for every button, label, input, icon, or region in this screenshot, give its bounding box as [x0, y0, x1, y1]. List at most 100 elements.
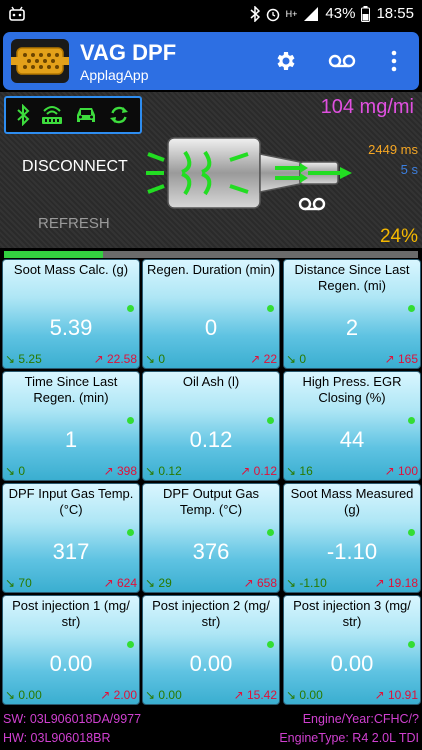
measurement-tile[interactable]: Time Since Last Regen. (min) 1 ↘ 0 ↗ 398	[2, 371, 140, 481]
measurement-tile[interactable]: Post injection 3 (mg/ str) 0.00 ↘ 0.00 ↗ 10…	[283, 595, 421, 705]
max-arrow-icon: ↗	[233, 688, 247, 702]
tile-min: ↘ 70	[5, 576, 32, 590]
tile-min-value: 29	[158, 576, 172, 590]
tile-max: ↗ 15.42	[234, 688, 277, 702]
measurement-tile[interactable]: High Press. EGR Closing (%) 44 ↘ 16 ↗ 100	[283, 371, 421, 481]
measurement-tile[interactable]: Soot Mass Measured (g) -1.10 ↘ -1.10 ↗ 19.1…	[283, 483, 421, 593]
min-arrow-icon: ↘	[145, 464, 159, 478]
min-arrow-icon: ↘	[5, 352, 19, 366]
measurement-grid: Soot Mass Calc. (g) 5.39 ↘ 5.25 ↗ 22.58 Rege…	[0, 259, 422, 708]
tile-max: ↗ 100	[385, 464, 418, 478]
tile-value: 44	[339, 427, 365, 452]
engine-type: EngineType: R4 2.0L TDI	[279, 731, 419, 745]
bluetooth-status-icon	[250, 6, 260, 22]
max-arrow-icon: ↗	[374, 688, 388, 702]
response-time: 2449 ms	[368, 142, 418, 157]
tile-min-value: 5.25	[18, 352, 42, 366]
tile-max-value: 19.18	[387, 576, 418, 590]
tile-min-value: 16	[299, 464, 313, 478]
tile-value: 0	[204, 315, 218, 340]
min-arrow-icon: ↘	[145, 576, 159, 590]
min-arrow-icon: ↘	[145, 688, 159, 702]
refresh-button[interactable]: REFRESH	[38, 215, 110, 232]
tile-max: ↗ 10.91	[375, 688, 418, 702]
min-arrow-icon: ↘	[5, 688, 19, 702]
voicemail-button[interactable]	[327, 46, 357, 76]
status-bar: H+ 43% 18:55	[0, 0, 422, 30]
max-arrow-icon: ↗	[103, 576, 117, 590]
measurement-tile[interactable]: Distance Since Last Regen. (mi) 2 ↘ 0 ↗ 165	[283, 259, 421, 369]
measurement-tile[interactable]: DPF Input Gas Temp. (°C) 317 ↘ 70 ↗ 624	[2, 483, 140, 593]
tile-min-value: 0	[158, 352, 166, 366]
tile-value: -1.10	[326, 539, 378, 564]
software-version: SW: 03L906018DA/9977	[3, 712, 142, 726]
tile-min: ↘ 0.00	[5, 688, 42, 702]
tile-label: Post injection 2 (mg/ str)	[152, 598, 270, 629]
ecu-info-footer: SW: 03L906018DA/9977 Engine/Year:CFHC/? …	[0, 709, 422, 750]
soot-concentration: 104 mg/mi	[320, 96, 414, 118]
tile-value: 0.00	[49, 651, 93, 676]
overflow-menu-icon	[391, 50, 397, 72]
status-dot-icon	[408, 417, 415, 424]
max-arrow-icon: ↗	[103, 464, 117, 478]
status-dot-icon	[408, 529, 415, 536]
tile-min: ↘ 16	[286, 464, 313, 478]
status-dot-icon	[127, 417, 134, 424]
min-arrow-icon: ↘	[286, 464, 300, 478]
hardware-version: HW: 03L906018BR	[3, 731, 111, 745]
measurement-tile[interactable]: Oil Ash (l) 0.12 ↘ 0.12 ↗ 0.12	[142, 371, 280, 481]
tile-value: 317	[52, 539, 90, 564]
max-arrow-icon: ↗	[374, 576, 388, 590]
status-dot-icon	[267, 641, 274, 648]
tile-value: 376	[192, 539, 230, 564]
tile-min: ↘ 0	[286, 352, 306, 366]
min-arrow-icon: ↘	[286, 576, 300, 590]
tile-min-value: 70	[18, 576, 32, 590]
tile-max: ↗ 165	[385, 352, 418, 366]
tile-label: High Press. EGR Closing (%)	[302, 374, 402, 405]
dpf-dashboard: 104 mg/mi DISCONNECT REFRESH 2449 ms 5 s…	[0, 92, 422, 248]
clock: 18:55	[376, 5, 414, 22]
engine-year: Engine/Year:CFHC/?	[302, 712, 419, 726]
soot-load-percent: 24%	[379, 226, 418, 247]
tile-max: ↗ 624	[104, 576, 137, 590]
tile-max-value: 165	[397, 352, 418, 366]
max-arrow-icon: ↗	[384, 464, 398, 478]
tile-min: ↘ 0.00	[286, 688, 323, 702]
app-logo	[11, 39, 69, 83]
tile-min: ↘ 29	[145, 576, 172, 590]
tile-min-value: 0	[299, 352, 307, 366]
tile-max-value: 22.58	[106, 352, 137, 366]
tile-min-value: 0.12	[158, 464, 182, 478]
dpf-filter-logo-icon	[11, 47, 69, 75]
tile-max: ↗ 2.00	[100, 688, 137, 702]
refresh-interval: 5 s	[400, 162, 418, 177]
settings-button[interactable]	[271, 46, 301, 76]
tile-label: Oil Ash (l)	[182, 374, 240, 389]
tile-min: ↘ -1.10	[286, 576, 327, 590]
usb-debug-icon	[9, 6, 25, 21]
measurement-tile[interactable]: Soot Mass Calc. (g) 5.39 ↘ 5.25 ↗ 22.58	[2, 259, 140, 369]
status-dot-icon	[127, 529, 134, 536]
tile-label: Post injection 1 (mg/ str)	[12, 598, 130, 629]
status-dot-icon	[267, 305, 274, 312]
measurement-tile[interactable]: Post injection 1 (mg/ str) 0.00 ↘ 0.00 ↗ 2.…	[2, 595, 140, 705]
measurement-tile[interactable]: Regen. Duration (min) 0 ↘ 0 ↗ 22	[142, 259, 280, 369]
voicemail-icon	[328, 54, 356, 68]
soot-load-progress	[4, 251, 418, 258]
max-arrow-icon: ↗	[100, 688, 114, 702]
tile-min: ↘ 0	[5, 464, 25, 478]
measurement-tile[interactable]: DPF Output Gas Temp. (°C) 376 ↘ 29 ↗ 658	[142, 483, 280, 593]
tile-max-value: 624	[116, 576, 137, 590]
tile-max: ↗ 658	[244, 576, 277, 590]
min-arrow-icon: ↘	[286, 352, 300, 366]
tile-max: ↗ 19.18	[375, 576, 418, 590]
tile-value: 0.00	[330, 651, 374, 676]
disconnect-button[interactable]: DISCONNECT	[22, 158, 128, 176]
status-dot-icon	[408, 641, 415, 648]
max-arrow-icon: ↗	[243, 576, 257, 590]
app-title: VAG DPF	[80, 40, 177, 65]
overflow-menu-button[interactable]	[379, 46, 409, 76]
measurement-tile[interactable]: Post injection 2 (mg/ str) 0.00 ↘ 0.00 ↗ 15…	[142, 595, 280, 705]
tile-max-value: 658	[256, 576, 277, 590]
